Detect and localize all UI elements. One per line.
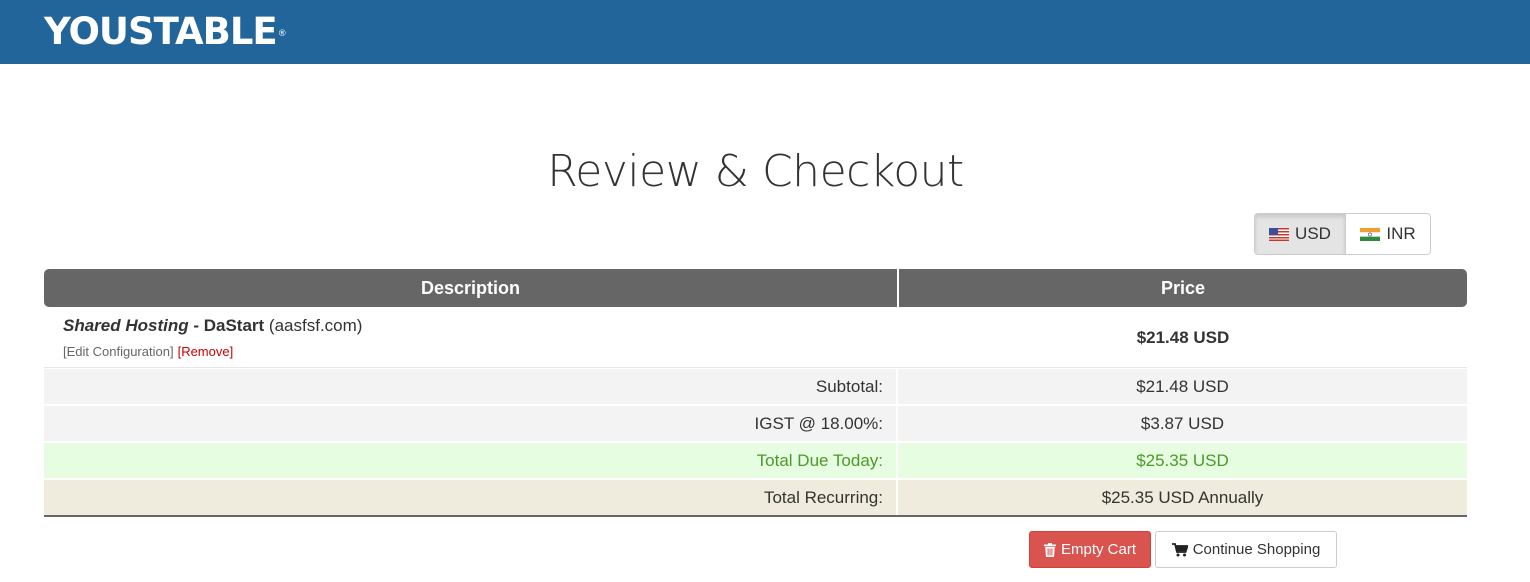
continue-shopping-button[interactable]: Continue Shopping bbox=[1155, 531, 1337, 568]
total-due-label: Total Due Today: bbox=[44, 443, 898, 478]
cart-item-price: $21.48 USD bbox=[1136, 328, 1230, 347]
total-due-value: $25.35 USD bbox=[1136, 451, 1229, 470]
cart-icon bbox=[1171, 542, 1188, 557]
remove-item-link[interactable]: [Remove] bbox=[178, 344, 234, 359]
currency-inr-label: INR bbox=[1386, 224, 1416, 243]
page-title: Review & Checkout bbox=[547, 146, 964, 197]
edit-configuration-link[interactable]: [Edit Configuration] bbox=[63, 344, 174, 359]
tax-label: IGST @ 18.00%: bbox=[44, 406, 898, 441]
tax-value: $3.87 USD bbox=[1140, 414, 1225, 433]
subtotal-value: $21.48 USD bbox=[1136, 377, 1229, 396]
subtotal-label: Subtotal: bbox=[44, 369, 898, 404]
product-group-name: Shared Hosting bbox=[63, 316, 189, 335]
cart-item-links: [Edit Configuration] [Remove] bbox=[63, 344, 233, 359]
top-navbar: YOUSTABLE ® bbox=[0, 0, 1530, 64]
currency-inr-button[interactable]: INR bbox=[1346, 214, 1430, 254]
us-flag-icon bbox=[1269, 227, 1290, 241]
product-domain: (aasfsf.com) bbox=[264, 316, 363, 335]
currency-usd-label: USD bbox=[1295, 224, 1331, 243]
cart-item-row: Shared Hosting - DaStart (aasfsf.com) [E… bbox=[44, 308, 1467, 368]
continue-shopping-label: Continue Shopping bbox=[1192, 541, 1321, 558]
total-due-row: Total Due Today: $25.35 USD bbox=[44, 443, 1467, 479]
tax-row: IGST @ 18.00%: $3.87 USD bbox=[44, 406, 1467, 442]
empty-cart-button[interactable]: Empty Cart bbox=[1029, 531, 1151, 568]
currency-switcher: USD INR bbox=[1254, 213, 1431, 255]
trash-icon bbox=[1043, 542, 1056, 557]
currency-usd-button[interactable]: USD bbox=[1255, 214, 1346, 254]
recurring-row: Total Recurring: $25.35 USD Annually bbox=[44, 480, 1467, 517]
india-flag-icon bbox=[1360, 227, 1381, 241]
subtotal-row: Subtotal: $21.48 USD bbox=[44, 369, 1467, 405]
description-column-header: Description bbox=[44, 269, 897, 307]
cart-item-name: Shared Hosting - DaStart (aasfsf.com) bbox=[63, 316, 362, 336]
recurring-value: $25.35 USD Annually bbox=[1101, 488, 1264, 507]
product-plan-name: DaStart bbox=[203, 316, 265, 335]
price-column-header: Price bbox=[899, 269, 1467, 307]
recurring-label: Total Recurring: bbox=[44, 480, 898, 515]
separator: - bbox=[188, 316, 204, 335]
empty-cart-label: Empty Cart bbox=[1060, 541, 1136, 558]
youstable-logo[interactable]: YOUSTABLE ® bbox=[44, 12, 287, 52]
